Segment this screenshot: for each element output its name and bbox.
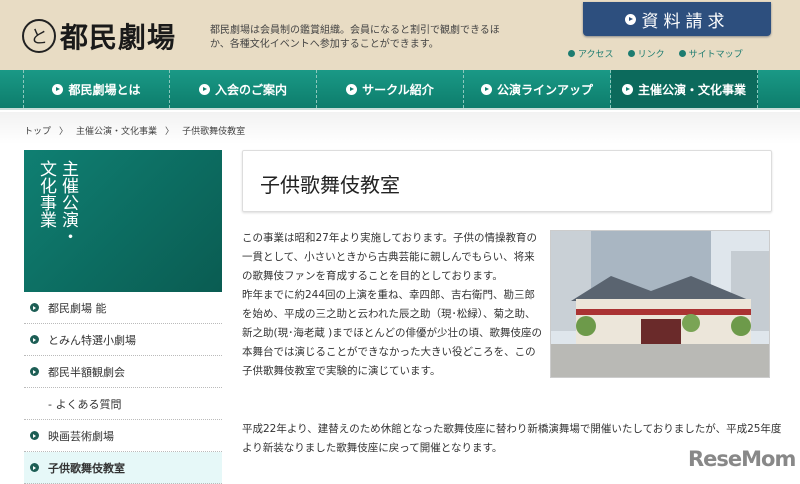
sidebar-menu: 都民劇場 能 とみん特選小劇場 都民半額観劇会 - よくある質問 映画芸術劇場 … bbox=[24, 292, 222, 484]
link-label: サイトマップ bbox=[688, 50, 743, 60]
arrow-circle-icon bbox=[30, 367, 39, 376]
sidebar-heading: 主催公演・ 文化事業 bbox=[24, 150, 222, 292]
watermark-logo: ReseMom bbox=[688, 447, 796, 471]
arrow-circle-icon bbox=[30, 431, 39, 440]
arrow-circle-icon bbox=[30, 463, 39, 472]
breadcrumb-separator: 〉 bbox=[59, 127, 69, 137]
sidebar-item-film[interactable]: 映画芸術劇場 bbox=[24, 420, 222, 452]
paragraph: 昨年までに約244回の上演を重ね、幸四郎、吉右衛門、勘三郎を始め、平成の三之助と… bbox=[242, 289, 542, 377]
intro-text: この事業は昭和27年より実施しております。子供の情操教育の一貫として、小さいとき… bbox=[242, 229, 542, 381]
breadcrumb: トップ〉 主催公演・文化事業〉 子供歌舞伎教室 bbox=[0, 112, 800, 144]
page-title: 子供歌舞伎教室 bbox=[242, 150, 772, 212]
nav-lineup[interactable]: 公演ラインアップ bbox=[464, 70, 611, 108]
sidebar-item-half-price[interactable]: 都民半額観劇会 bbox=[24, 356, 222, 388]
arrow-circle-icon bbox=[480, 83, 492, 95]
breadcrumb-separator: 〉 bbox=[165, 127, 175, 137]
bullet-icon bbox=[678, 50, 686, 57]
nav-events[interactable]: 主催公演・文化事業 bbox=[611, 70, 758, 108]
breadcrumb-current: 子供歌舞伎教室 bbox=[182, 127, 246, 137]
arrow-circle-icon bbox=[621, 83, 633, 95]
request-materials-button[interactable]: 資料請求 bbox=[583, 2, 771, 36]
sidebar-item-label: 子供歌舞伎教室 bbox=[48, 461, 125, 475]
breadcrumb-top[interactable]: トップ bbox=[24, 124, 51, 144]
sidebar-item-label: 映画芸術劇場 bbox=[48, 429, 114, 443]
bullet-icon bbox=[568, 50, 575, 57]
logo-text: 都民劇場 bbox=[60, 21, 177, 54]
nav-join[interactable]: 入会のご案内 bbox=[170, 70, 317, 108]
tagline: 都民劇場は会員制の鑑賞組織。会員になると割引で観劇できるほか、各種文化イベントへ… bbox=[210, 25, 500, 50]
nav-label: 主催公演・文化事業 bbox=[637, 82, 746, 97]
kabukiza-photo bbox=[550, 230, 770, 378]
nav-label: 公演ラインアップ bbox=[496, 82, 593, 97]
sidebar-item-faq[interactable]: - よくある質問 bbox=[24, 388, 222, 420]
sidebar-item-label: とみん特選小劇場 bbox=[48, 333, 136, 347]
heading-col-1: 主催公演・ bbox=[58, 160, 78, 245]
site-logo[interactable]: と 都民劇場 bbox=[22, 16, 176, 56]
sidebar-item-small-theater[interactable]: とみん特選小劇場 bbox=[24, 324, 222, 356]
sidebar-item-label: 都民劇場 能 bbox=[48, 301, 107, 315]
arrow-circle-icon bbox=[30, 303, 39, 312]
request-label: 資料請求 bbox=[641, 11, 730, 32]
nav-label: 都民劇場とは bbox=[68, 82, 141, 97]
bullet-icon bbox=[627, 50, 635, 57]
arrow-circle-icon bbox=[52, 83, 64, 95]
heading-col-2: 文化事業 bbox=[36, 160, 56, 228]
nav-circle[interactable]: サークル紹介 bbox=[317, 70, 464, 108]
link-links[interactable]: リンク bbox=[627, 47, 665, 60]
nav-label: サークル紹介 bbox=[362, 82, 434, 97]
site-header: と 都民劇場 都民劇場は会員制の鑑賞組織。会員になると割引で観劇できるほか、各種… bbox=[0, 0, 800, 70]
link-access[interactable]: アクセス bbox=[568, 47, 614, 60]
link-label: リンク bbox=[637, 50, 665, 60]
arrow-circle-icon bbox=[346, 83, 358, 95]
sidebar-item-label: - よくある質問 bbox=[48, 397, 122, 411]
logo-mark-icon: と bbox=[22, 19, 56, 53]
main-nav: 都民劇場とは 入会のご案内 サークル紹介 公演ラインアップ 主催公演・文化事業 bbox=[0, 70, 800, 110]
sidebar-item-noh[interactable]: 都民劇場 能 bbox=[24, 292, 222, 324]
link-label: アクセス bbox=[578, 50, 614, 60]
arrow-circle-icon bbox=[624, 13, 636, 25]
link-sitemap[interactable]: サイトマップ bbox=[678, 47, 743, 60]
arrow-circle-icon bbox=[30, 335, 39, 344]
sidebar-item-kabuki[interactable]: 子供歌舞伎教室 bbox=[24, 452, 222, 484]
paragraph: この事業は昭和27年より実施しております。子供の情操教育の一貫として、小さいとき… bbox=[242, 232, 537, 282]
arrow-circle-icon bbox=[198, 83, 210, 95]
nav-about[interactable]: 都民劇場とは bbox=[23, 70, 170, 108]
sidebar-item-label: 都民半額観劇会 bbox=[48, 365, 125, 379]
breadcrumb-events[interactable]: 主催公演・文化事業 bbox=[76, 124, 157, 144]
nav-label: 入会のご案内 bbox=[214, 82, 287, 97]
